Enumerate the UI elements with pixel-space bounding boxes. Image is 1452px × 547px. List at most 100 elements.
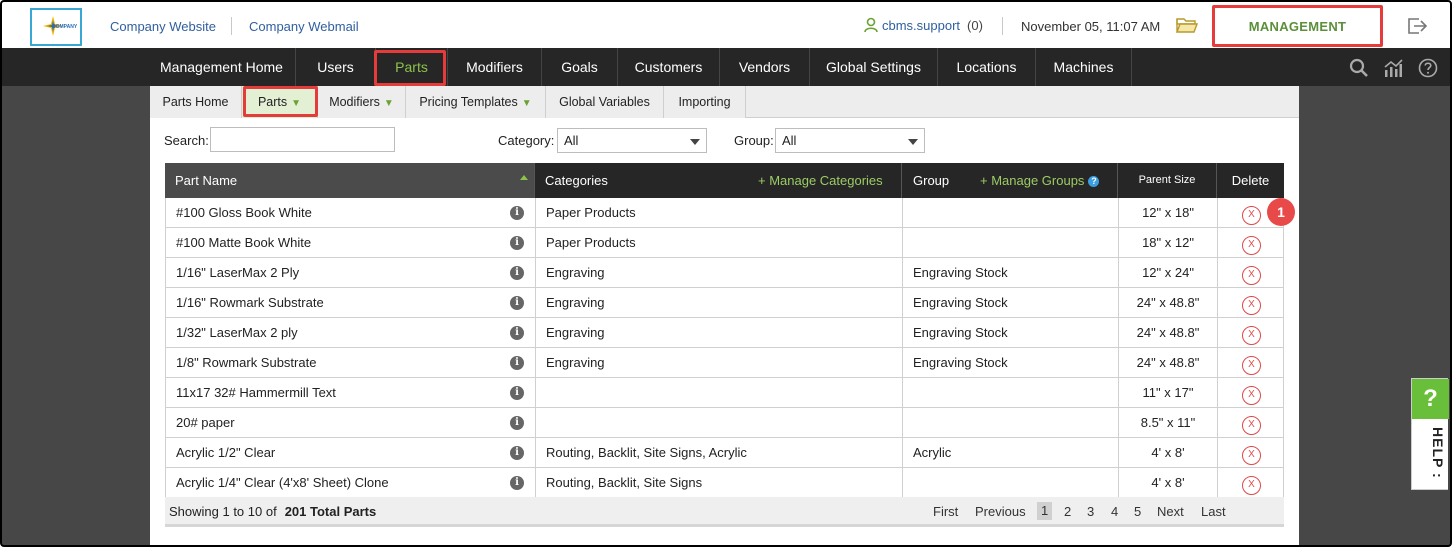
delete-icon[interactable]: X xyxy=(1242,206,1261,225)
chevron-down-icon: ▼ xyxy=(383,98,394,109)
table-row[interactable]: 20# paper i 8.5" x 11" X xyxy=(165,408,1284,438)
cell-part-name[interactable]: 1/32" LaserMax 2 ply i xyxy=(166,318,536,347)
info-icon[interactable]: i xyxy=(510,296,524,310)
cell-categories-text: Engraving xyxy=(546,355,605,370)
cell-part-name[interactable]: #100 Gloss Book White i xyxy=(166,198,536,227)
date-time: November 05, 11:07 AM xyxy=(1021,19,1161,34)
table-row[interactable]: 1/16" LaserMax 2 Ply i Engraving Engraving … xyxy=(165,258,1284,288)
cell-delete: X xyxy=(1218,228,1285,257)
info-icon[interactable]: i xyxy=(510,326,524,340)
delete-icon[interactable]: X xyxy=(1242,386,1261,405)
delete-icon[interactable]: X xyxy=(1242,416,1261,435)
cell-categories: Routing, Backlit, Site Signs, Acrylic xyxy=(536,438,903,467)
table-row[interactable]: Acrylic 1/4" Clear (4'x8' Sheet) Clone i R… xyxy=(165,468,1284,498)
cell-part-name[interactable]: 20# paper i xyxy=(166,408,536,437)
subnav-importing[interactable]: Importing xyxy=(664,86,746,118)
user-account[interactable]: cbms.support (0) xyxy=(864,17,983,33)
management-button[interactable]: MANAGEMENT xyxy=(1212,5,1383,47)
user-count: (0) xyxy=(967,17,983,33)
info-icon[interactable]: i xyxy=(510,356,524,370)
question-icon[interactable]: ? xyxy=(1088,176,1100,187)
company-webmail-link[interactable]: Company Webmail xyxy=(249,19,359,34)
nav-goals[interactable]: Goals xyxy=(542,48,618,86)
nav-locations[interactable]: Locations xyxy=(938,48,1036,86)
nav-vendors[interactable]: Vendors xyxy=(720,48,810,86)
total-parts: 201 Total Parts xyxy=(284,504,377,519)
col-parent-size: Parent Size xyxy=(1118,163,1217,198)
delete-icon[interactable]: X xyxy=(1242,326,1261,345)
info-icon[interactable]: i xyxy=(510,416,524,430)
delete-icon[interactable]: X xyxy=(1242,446,1261,465)
group-select[interactable]: All xyxy=(775,128,925,153)
cell-group xyxy=(903,468,1119,497)
pager-page-2[interactable]: 2 xyxy=(1064,504,1071,519)
cell-part-name[interactable]: 1/8" Rowmark Substrate i xyxy=(166,348,536,377)
cell-part-name[interactable]: Acrylic 1/4" Clear (4'x8' Sheet) Clone i xyxy=(166,468,536,497)
manage-groups-link[interactable]: + Manage Groups? xyxy=(980,163,1100,198)
pager-page-4[interactable]: 4 xyxy=(1111,504,1118,519)
info-icon[interactable]: i xyxy=(510,386,524,400)
company-website-link[interactable]: Company Website xyxy=(110,19,216,34)
company-logo[interactable]: COMPANY xyxy=(30,8,82,46)
col-categories: Categories + Manage Categories xyxy=(535,163,902,198)
info-icon[interactable]: i xyxy=(510,476,524,490)
nav-modifiers[interactable]: Modifiers xyxy=(448,48,542,86)
col-part-name[interactable]: Part Name xyxy=(165,163,535,198)
delete-icon[interactable]: X xyxy=(1242,266,1261,285)
delete-icon[interactable]: X xyxy=(1242,236,1261,255)
info-icon[interactable]: i xyxy=(510,446,524,460)
cell-group: Engraving Stock xyxy=(903,258,1119,287)
subnav-pricing-templates[interactable]: Pricing Templates ▼ xyxy=(406,86,546,118)
cell-part-name[interactable]: 1/16" Rowmark Substrate i xyxy=(166,288,536,317)
pager-previous[interactable]: Previous xyxy=(975,504,1026,519)
help-tab[interactable]: ? HELP : xyxy=(1411,378,1449,490)
pager-page-5[interactable]: 5 xyxy=(1134,504,1141,519)
table-row[interactable]: #100 Matte Book White i Paper Products 18" … xyxy=(165,228,1284,258)
cell-part-name-text: 11x17 32# Hammermill Text xyxy=(176,385,336,400)
pager-page-1[interactable]: 1 xyxy=(1037,502,1053,520)
help-icon[interactable] xyxy=(1418,58,1438,78)
subnav-global-variables[interactable]: Global Variables xyxy=(546,86,664,118)
subnav-modifiers[interactable]: Modifiers ▼ xyxy=(318,86,406,118)
cell-parent-size: 24" x 48.8" xyxy=(1119,348,1218,377)
table-row[interactable]: 11x17 32# Hammermill Text i 11" x 17" X xyxy=(165,378,1284,408)
nav-global-settings[interactable]: Global Settings xyxy=(810,48,938,86)
cell-part-name[interactable]: 11x17 32# Hammermill Text i xyxy=(166,378,536,407)
search-icon[interactable] xyxy=(1349,58,1369,78)
cell-group: Engraving Stock xyxy=(903,348,1119,377)
cell-part-name[interactable]: 1/16" LaserMax 2 Ply i xyxy=(166,258,536,287)
main-nav: Management Home Users Parts Modifiers Go… xyxy=(2,48,1450,86)
category-select[interactable]: All xyxy=(557,128,707,153)
table-row[interactable]: 1/8" Rowmark Substrate i Engraving Engravin… xyxy=(165,348,1284,378)
manage-categories-link[interactable]: + Manage Categories xyxy=(758,163,883,198)
nav-management-home[interactable]: Management Home xyxy=(148,48,296,86)
nav-users[interactable]: Users xyxy=(296,48,376,86)
cell-part-name[interactable]: #100 Matte Book White i xyxy=(166,228,536,257)
logout-icon[interactable] xyxy=(1406,16,1428,36)
cell-part-name[interactable]: Acrylic 1/2" Clear i xyxy=(166,438,536,467)
folder-icon[interactable] xyxy=(1176,16,1198,34)
analytics-icon[interactable] xyxy=(1383,58,1403,78)
search-input[interactable] xyxy=(210,127,395,152)
info-icon[interactable]: i xyxy=(510,206,524,220)
nav-customers[interactable]: Customers xyxy=(618,48,720,86)
cell-parent-size: 18" x 12" xyxy=(1119,228,1218,257)
delete-icon[interactable]: X xyxy=(1242,296,1261,315)
delete-icon[interactable]: X xyxy=(1242,356,1261,375)
subnav-parts-home[interactable]: Parts Home xyxy=(150,86,242,118)
table-row[interactable]: 1/16" Rowmark Substrate i Engraving Engravi… xyxy=(165,288,1284,318)
pager-page-3[interactable]: 3 xyxy=(1087,504,1094,519)
cell-group: Engraving Stock xyxy=(903,288,1119,317)
nav-machines[interactable]: Machines xyxy=(1036,48,1132,86)
delete-icon[interactable]: X xyxy=(1242,476,1261,495)
info-icon[interactable]: i xyxy=(510,266,524,280)
pager-last[interactable]: Last xyxy=(1201,504,1226,519)
table-row[interactable]: Acrylic 1/2" Clear i Routing, Backlit, Sit… xyxy=(165,438,1284,468)
cell-parent-size: 4' x 8' xyxy=(1119,468,1218,497)
table-row[interactable]: 1/32" LaserMax 2 ply i Engraving Engraving … xyxy=(165,318,1284,348)
cell-part-name-text: Acrylic 1/4" Clear (4'x8' Sheet) Clone xyxy=(176,475,389,490)
info-icon[interactable]: i xyxy=(510,236,524,250)
table-row[interactable]: #100 Gloss Book White i Paper Products 12" … xyxy=(165,198,1284,228)
pager-first[interactable]: First xyxy=(933,504,958,519)
pager-next[interactable]: Next xyxy=(1157,504,1184,519)
